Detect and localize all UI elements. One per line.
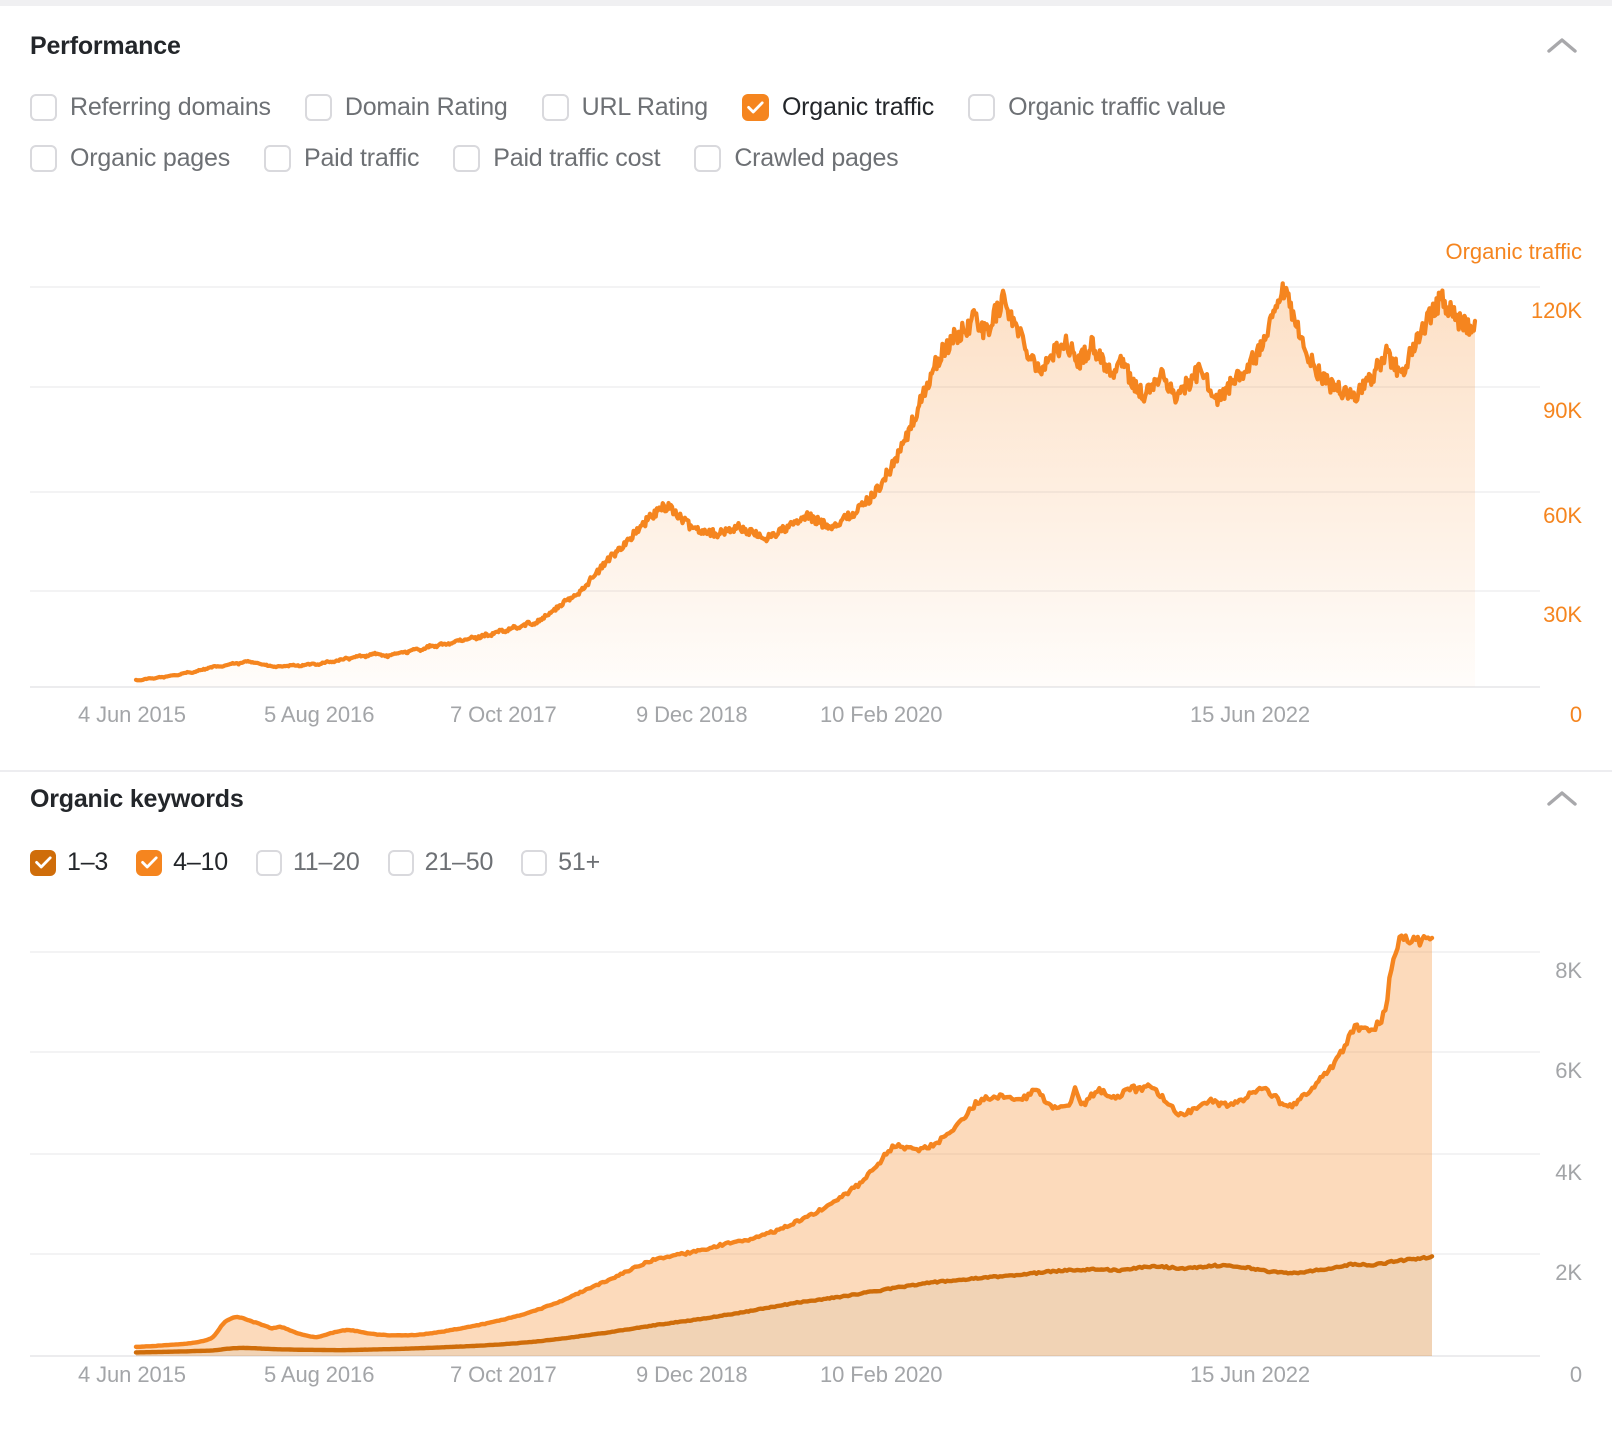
ahrefs-overview-page: Performance Referring domains Domain Rat… bbox=[0, 0, 1612, 1450]
metric-label: Referring domains bbox=[70, 93, 271, 121]
metric-label: Organic pages bbox=[70, 144, 230, 172]
top-divider bbox=[0, 0, 1612, 6]
keyword-bucket-51-plus[interactable]: 51+ bbox=[521, 848, 600, 877]
y-tick-4k: 4K bbox=[1555, 1160, 1582, 1185]
x-tick-2: 5 Aug 2016 bbox=[264, 702, 375, 727]
metric-label: Domain Rating bbox=[344, 93, 508, 121]
section-divider bbox=[0, 770, 1612, 772]
checkbox-box[interactable] bbox=[136, 849, 163, 876]
organic-keywords-header: Organic keywords bbox=[0, 779, 1612, 819]
y-tick-30k: 30K bbox=[1543, 602, 1582, 627]
organic-keywords-plot[interactable] bbox=[0, 930, 1612, 1370]
x-tick-1: 4 Jun 2015 bbox=[78, 1362, 186, 1387]
keyword-bucket-1-3[interactable]: 1–3 bbox=[30, 848, 108, 877]
metric-filter-row-2: Organic pages Paid traffic Paid traffic … bbox=[30, 144, 1582, 173]
bucket-label: 11–20 bbox=[292, 848, 360, 876]
checkbox-box[interactable] bbox=[264, 145, 291, 172]
y-tick-120k: 120K bbox=[1531, 298, 1582, 323]
keyword-bucket-4-10[interactable]: 4–10 bbox=[136, 848, 228, 877]
keyword-bucket-21-50[interactable]: 21–50 bbox=[387, 848, 494, 877]
section-title: Organic keywords bbox=[30, 784, 244, 813]
keyword-bucket-11-20[interactable]: 11–20 bbox=[255, 848, 360, 877]
chevron-up-icon[interactable] bbox=[1542, 779, 1582, 819]
metric-checkbox-url-rating[interactable]: URL Rating bbox=[541, 93, 708, 122]
bucket-label: 21–50 bbox=[424, 848, 494, 876]
metric-checkbox-referring-domains[interactable]: Referring domains bbox=[30, 93, 271, 122]
x-tick-5: 10 Feb 2020 bbox=[820, 1362, 943, 1387]
x-tick-1: 4 Jun 2015 bbox=[78, 702, 186, 727]
checkbox-box[interactable] bbox=[541, 94, 569, 121]
metric-label: Paid traffic cost bbox=[493, 144, 661, 172]
checkbox-box[interactable] bbox=[30, 145, 57, 172]
keyword-filter-row: 1–3 4–10 11–20 21–50 51+ bbox=[30, 848, 1582, 877]
y-tick-60k: 60K bbox=[1543, 503, 1582, 528]
checkbox-box[interactable] bbox=[387, 849, 414, 876]
x-tick-3: 7 Oct 2017 bbox=[450, 1362, 557, 1387]
metric-checkbox-organic-pages[interactable]: Organic pages bbox=[30, 144, 230, 173]
y-tick-0: 0 bbox=[1569, 702, 1582, 727]
checkbox-box[interactable] bbox=[304, 94, 332, 121]
organic-keywords-panel: Organic keywords 1–3 4–10 11–20 21–50 51… bbox=[0, 779, 1612, 877]
checkbox-box[interactable] bbox=[741, 94, 769, 121]
organic-keywords-chart[interactable] bbox=[0, 930, 1612, 1370]
checkbox-box[interactable] bbox=[453, 145, 481, 172]
checkbox-box[interactable] bbox=[255, 849, 282, 876]
x-tick-4: 9 Dec 2018 bbox=[636, 702, 748, 727]
checkbox-box[interactable] bbox=[30, 849, 56, 876]
checkbox-box[interactable] bbox=[968, 94, 996, 121]
page-title: Performance bbox=[30, 31, 181, 60]
metric-checkbox-organic-traffic-value[interactable]: Organic traffic value bbox=[968, 93, 1226, 122]
x-tick-6: 15 Jun 2022 bbox=[1190, 702, 1311, 727]
chevron-up-icon[interactable] bbox=[1542, 26, 1582, 66]
y-tick-90k: 90K bbox=[1543, 398, 1582, 423]
x-tick-4: 9 Dec 2018 bbox=[636, 1362, 748, 1387]
checkbox-box[interactable] bbox=[694, 145, 722, 172]
x-tick-5: 10 Feb 2020 bbox=[820, 702, 943, 727]
performance-metric-filters: Referring domains Domain Rating URL Rati… bbox=[0, 93, 1612, 173]
metric-checkbox-paid-traffic-cost[interactable]: Paid traffic cost bbox=[453, 144, 661, 173]
metric-label: Organic traffic value bbox=[1008, 93, 1226, 121]
metric-label: Paid traffic bbox=[304, 144, 420, 172]
y-tick-8k: 8K bbox=[1555, 958, 1582, 983]
metric-label: URL Rating bbox=[581, 93, 708, 121]
performance-header: Performance bbox=[0, 26, 1612, 66]
metric-label: Crawled pages bbox=[734, 144, 899, 172]
metric-filter-row-1: Referring domains Domain Rating URL Rati… bbox=[30, 93, 1582, 122]
organic-traffic-chart[interactable] bbox=[0, 275, 1612, 695]
checkbox-box[interactable] bbox=[30, 94, 57, 121]
y-tick-0: 0 bbox=[1569, 1362, 1582, 1387]
bucket-label: 4–10 bbox=[173, 848, 228, 876]
performance-panel: Performance Referring domains Domain Rat… bbox=[0, 26, 1612, 173]
organic-traffic-plot[interactable] bbox=[0, 275, 1612, 695]
bucket-label: 1–3 bbox=[67, 848, 109, 876]
bucket-label: 51+ bbox=[558, 848, 600, 876]
performance-series-title: Organic traffic bbox=[1445, 239, 1582, 264]
y-tick-6k: 6K bbox=[1555, 1058, 1582, 1083]
checkbox-box[interactable] bbox=[521, 849, 548, 876]
keyword-position-filters: 1–3 4–10 11–20 21–50 51+ bbox=[0, 848, 1612, 877]
metric-checkbox-organic-traffic[interactable]: Organic traffic bbox=[741, 93, 935, 122]
y-tick-2k: 2K bbox=[1555, 1260, 1582, 1285]
x-tick-2: 5 Aug 2016 bbox=[264, 1362, 375, 1387]
metric-checkbox-crawled-pages[interactable]: Crawled pages bbox=[694, 144, 899, 173]
x-tick-6: 15 Jun 2022 bbox=[1190, 1362, 1311, 1387]
metric-checkbox-paid-traffic[interactable]: Paid traffic bbox=[264, 144, 419, 173]
metric-label: Organic traffic bbox=[781, 93, 935, 121]
metric-checkbox-domain-rating[interactable]: Domain Rating bbox=[304, 93, 508, 122]
x-tick-3: 7 Oct 2017 bbox=[450, 702, 557, 727]
